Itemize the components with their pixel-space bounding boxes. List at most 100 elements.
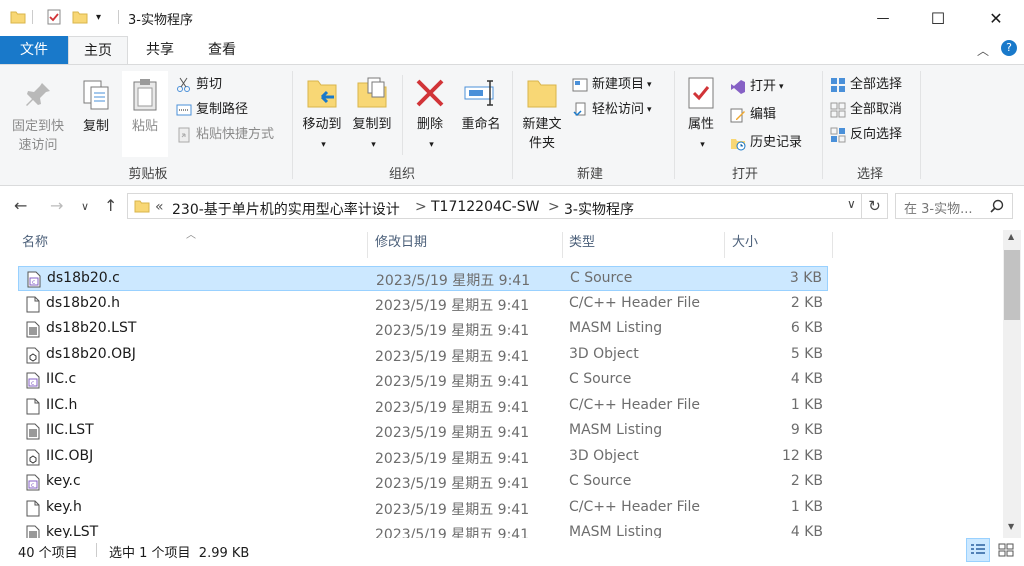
breadcrumb-separator[interactable]: > xyxy=(548,199,560,215)
edit-button[interactable]: 编辑 xyxy=(730,105,776,125)
customize-qat-icon[interactable]: ▾ xyxy=(96,12,101,23)
collapse-ribbon-icon[interactable]: ︿ xyxy=(977,42,989,59)
details-view-icon xyxy=(971,544,985,554)
search-icon[interactable] xyxy=(990,199,1004,213)
file-size: 9 KB xyxy=(790,422,823,438)
history-button[interactable]: 历史记录 xyxy=(730,133,802,153)
tab-file[interactable]: 文件 xyxy=(0,36,68,64)
breadcrumb-item[interactable]: T1712204C-SW xyxy=(431,199,539,215)
file-row[interactable]: IIC.OBJ 2023/5/19 星期五 9:41 3D Object 12 KB xyxy=(18,445,828,470)
forward-arrow-icon[interactable]: → xyxy=(50,196,63,215)
new-folder-button[interactable]: 新建文件夹 xyxy=(516,75,568,153)
dropdown-icon: ▾ xyxy=(647,105,652,115)
new-item-button[interactable]: 新建项目 ▾ xyxy=(572,75,652,95)
delete-button[interactable]: 删除 ▾ xyxy=(410,75,450,155)
select-none-label: 全部取消 xyxy=(850,102,903,117)
column-header-size[interactable]: 大小 xyxy=(728,232,828,258)
select-none-button[interactable]: 全部取消 xyxy=(830,100,902,120)
clipboard-group-label: 剪贴板 xyxy=(128,167,168,182)
visual-studio-icon xyxy=(731,80,745,94)
scroll-down-icon[interactable]: ▼ xyxy=(1008,522,1014,531)
tab-view[interactable]: 查看 xyxy=(192,36,252,64)
help-icon[interactable]: ? xyxy=(1001,40,1017,56)
select-all-button[interactable]: 全部选择 xyxy=(830,75,902,95)
paste-shortcut-label: 粘贴快捷方式 xyxy=(196,127,275,142)
file-row[interactable]: key.h 2023/5/19 星期五 9:41 C/C++ Header File… xyxy=(18,496,828,521)
breadcrumb-item[interactable]: 3-实物程序 xyxy=(564,199,634,219)
window-title: 3-实物程序 xyxy=(128,13,193,28)
column-divider[interactable] xyxy=(562,232,563,258)
file-row[interactable]: ds18b20.OBJ 2023/5/19 星期五 9:41 3D Object 5 … xyxy=(18,343,828,368)
file-row[interactable]: IIC.LST 2023/5/19 星期五 9:41 MASM Listing 9 K… xyxy=(18,419,828,444)
invert-selection-button[interactable]: 反向选择 xyxy=(830,125,902,145)
column-divider[interactable] xyxy=(367,232,368,258)
delete-label: 删除 xyxy=(416,117,443,132)
file-row[interactable]: IIC.h 2023/5/19 星期五 9:41 C/C++ Header File… xyxy=(18,394,828,419)
new-folder-icon[interactable] xyxy=(72,9,88,25)
scroll-up-icon[interactable]: ▲ xyxy=(1008,232,1014,241)
large-icons-view-icon xyxy=(998,543,1014,557)
history-label: 历史记录 xyxy=(750,135,803,150)
search-box[interactable]: 在 3-实物... xyxy=(895,193,1013,219)
file-row[interactable]: c key.c 2023/5/19 星期五 9:41 C Source 2 KB xyxy=(18,470,828,495)
scrollbar-thumb[interactable] xyxy=(1004,250,1020,320)
file-date: 2023/5/19 星期五 9:41 xyxy=(375,297,530,314)
copy-button[interactable]: 复制 xyxy=(76,77,116,136)
back-arrow-icon[interactable]: ← xyxy=(14,196,27,215)
file-size: 5 KB xyxy=(790,345,823,362)
paste-shortcut-button[interactable]: 粘贴快捷方式 xyxy=(176,125,274,145)
paste-button[interactable]: 粘贴 xyxy=(122,71,168,157)
file-row[interactable]: c IIC.c 2023/5/19 星期五 9:41 C Source 4 KB xyxy=(18,368,828,393)
breadcrumb-overflow[interactable]: « xyxy=(155,199,164,215)
breadcrumb-separator[interactable]: > xyxy=(415,199,427,215)
select-all-icon xyxy=(831,78,845,92)
column-header-type[interactable]: 类型 xyxy=(565,232,723,258)
column-divider[interactable] xyxy=(724,232,725,258)
new-group-label: 新建 xyxy=(576,167,603,182)
large-icons-view-button[interactable] xyxy=(994,538,1018,562)
address-dropdown-icon[interactable]: ∨ xyxy=(847,197,856,211)
up-arrow-icon[interactable]: ↑ xyxy=(104,196,117,215)
file-date: 2023/5/19 星期五 9:41 xyxy=(375,323,530,339)
tab-share[interactable]: 共享 xyxy=(130,36,190,64)
minimize-button[interactable]: — xyxy=(860,0,906,36)
file-name: key.c xyxy=(46,473,81,489)
file-name: IIC.h xyxy=(46,396,78,413)
column-header-name[interactable]: 名称 xyxy=(18,232,368,258)
close-button[interactable]: ✕ xyxy=(973,0,1019,36)
recent-locations-icon[interactable]: ∨ xyxy=(81,200,89,213)
pin-quick-access-button[interactable]: 固定到快速访问 xyxy=(6,77,70,155)
dropdown-icon: ▾ xyxy=(779,82,784,92)
copy-to-icon xyxy=(357,77,387,108)
copy-path-button[interactable]: 复制路径 xyxy=(176,100,248,120)
open-button[interactable]: 打开 ▾ xyxy=(730,77,784,97)
details-view-button[interactable] xyxy=(966,538,990,562)
address-bar[interactable]: « 230-基于单片机的实用型心率计设计 > T1712204C-SW > 3-… xyxy=(127,193,862,219)
move-to-button[interactable]: 移动到 ▾ xyxy=(298,75,346,155)
listing-file-icon xyxy=(26,525,40,538)
easy-access-button[interactable]: 轻松访问 ▾ xyxy=(572,100,652,120)
scissors-icon xyxy=(177,77,190,92)
properties-button[interactable]: 属性 ▾ xyxy=(680,75,722,155)
rename-button[interactable]: 重命名 xyxy=(456,75,506,134)
copy-path-label: 复制路径 xyxy=(196,102,249,117)
file-date: 2023/5/19 星期五 9:41 xyxy=(375,374,530,390)
c-source-icon: c xyxy=(27,271,41,288)
divider xyxy=(402,75,403,155)
column-header-date[interactable]: 修改日期 xyxy=(371,232,561,258)
properties-label: 属性 xyxy=(687,117,714,132)
cut-button[interactable]: 剪切 xyxy=(176,75,222,95)
search-placeholder: 在 3-实物... xyxy=(904,202,973,217)
tab-home[interactable]: 主页 xyxy=(68,36,128,64)
column-divider[interactable] xyxy=(832,232,833,258)
file-row[interactable]: ds18b20.LST 2023/5/19 星期五 9:41 MASM Listin… xyxy=(18,317,828,342)
file-row[interactable]: ds18b20.h 2023/5/19 星期五 9:41 C/C++ Header … xyxy=(18,292,828,317)
file-date: 2023/5/19 星期五 9:41 xyxy=(376,273,531,289)
properties-check-icon[interactable] xyxy=(46,9,62,25)
maximize-button[interactable]: ☐ xyxy=(915,0,961,36)
refresh-button[interactable]: ↻ xyxy=(862,193,888,219)
copy-to-button[interactable]: 复制到 ▾ xyxy=(348,75,396,155)
breadcrumb-item[interactable]: 230-基于单片机的实用型心率计设计 xyxy=(172,199,400,219)
file-row[interactable]: key.LST 2023/5/19 星期五 9:41 MASM Listing 4 K… xyxy=(18,521,828,538)
file-row[interactable]: c ds18b20.c 2023/5/19 星期五 9:41 C Source 3 KB xyxy=(18,266,828,291)
